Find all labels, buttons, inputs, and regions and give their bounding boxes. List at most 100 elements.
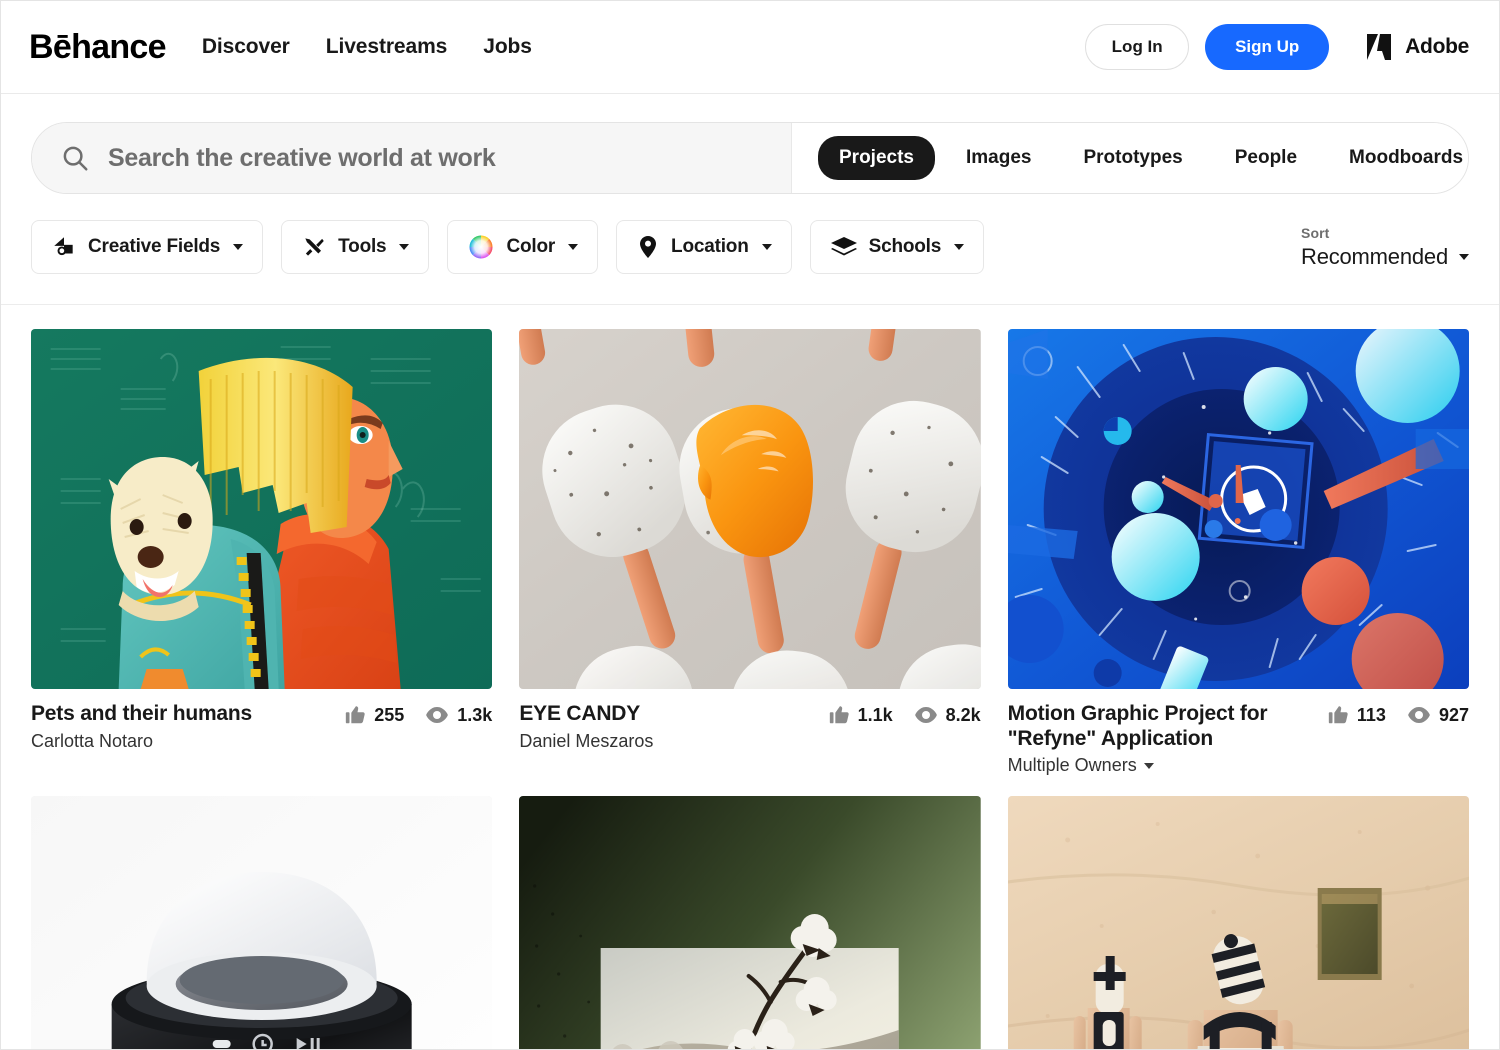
tab-people[interactable]: People xyxy=(1214,136,1318,180)
tab-prototypes[interactable]: Prototypes xyxy=(1062,136,1203,180)
project-owner[interactable]: Multiple Owners xyxy=(1008,755,1315,776)
appreciations-count: 255 xyxy=(374,704,405,725)
location-pin-icon xyxy=(640,236,657,258)
adobe-wordmark: Adobe xyxy=(1405,35,1469,58)
chevron-down-icon xyxy=(1459,253,1469,260)
filter-chips: Creative Fields Tools Color Location Sch… xyxy=(31,220,985,274)
filter-row: Creative Fields Tools Color Location Sch… xyxy=(1,194,1499,305)
project-thumbnail[interactable] xyxy=(519,329,981,689)
nav-item-jobs[interactable]: Jobs xyxy=(483,35,532,59)
white-speaker-product xyxy=(31,796,493,1049)
nav-item-discover[interactable]: Discover xyxy=(202,35,290,59)
appreciations-stat: 1.1k xyxy=(828,704,893,726)
project-stats: 113 927 xyxy=(1327,702,1469,726)
project-card[interactable] xyxy=(519,796,981,1049)
appreciations-stat: 113 xyxy=(1327,704,1386,726)
search-icon xyxy=(63,146,88,171)
eye-icon xyxy=(914,707,937,723)
project-thumbnail[interactable] xyxy=(519,796,981,1049)
project-owner[interactable]: Daniel Meszaros xyxy=(519,731,815,752)
sort-value-row[interactable]: Recommended xyxy=(1301,244,1469,270)
sort-control[interactable]: Sort Recommended xyxy=(1301,225,1469,270)
tools-icon xyxy=(305,238,324,256)
project-grid: Pets and their humans Carlotta Notaro 25… xyxy=(1,305,1499,1049)
appreciations-stat: 255 xyxy=(344,704,404,726)
appreciations-count: 1.1k xyxy=(857,704,893,725)
log-in-button[interactable]: Log In xyxy=(1085,24,1190,70)
views-stat: 8.2k xyxy=(914,704,981,726)
chevron-down-icon xyxy=(233,244,244,250)
sign-up-button[interactable]: Sign Up xyxy=(1205,24,1330,70)
project-thumbnail[interactable] xyxy=(31,796,493,1049)
project-thumbnail[interactable] xyxy=(1007,329,1469,689)
filter-schools[interactable]: Schools xyxy=(809,220,985,274)
illustration-woman-dog-green xyxy=(31,329,493,689)
chevron-down-icon xyxy=(761,244,772,250)
filter-location[interactable]: Location xyxy=(616,220,792,274)
views-stat: 927 xyxy=(1407,704,1469,726)
eye-icon xyxy=(1408,707,1430,723)
thumbs-up-icon xyxy=(829,706,849,724)
color-wheel-icon xyxy=(469,235,493,259)
search-input[interactable]: Search the creative world at work xyxy=(108,144,496,173)
views-count: 1.3k xyxy=(457,704,493,725)
project-title[interactable]: Motion Graphic Project for "Refyne" Appl… xyxy=(1008,702,1315,751)
tab-projects[interactable]: Projects xyxy=(818,136,935,180)
project-thumbnail[interactable] xyxy=(1007,796,1469,1049)
eye-icon xyxy=(426,707,449,723)
main-nav: Discover Livestreams Jobs xyxy=(202,35,532,59)
cotton-branch-landscape xyxy=(519,796,981,1049)
project-info: EYE CANDY Daniel Meszaros xyxy=(519,702,815,752)
fashion-editorial-sand-wall xyxy=(1007,796,1469,1049)
project-card[interactable] xyxy=(1007,796,1469,1049)
blue-cosmic-motion xyxy=(1007,329,1469,689)
tab-images[interactable]: Images xyxy=(945,136,1052,180)
project-card[interactable]: Motion Graphic Project for "Refyne" Appl… xyxy=(1007,329,1469,776)
views-count: 8.2k xyxy=(945,704,981,725)
project-stats: 1.1k 8.2k xyxy=(828,702,981,726)
filter-creative-fields-label: Creative Fields xyxy=(88,236,221,257)
tab-moodboards[interactable]: Moodboards xyxy=(1328,136,1468,180)
search-type-tabs: Projects Images Prototypes People Moodbo… xyxy=(792,123,1468,193)
schools-icon xyxy=(830,237,857,256)
header-actions: Log In Sign Up Adobe xyxy=(1085,24,1469,70)
project-meta: Pets and their humans Carlotta Notaro 25… xyxy=(31,689,492,752)
behance-search-page: Bēhance Discover Livestreams Jobs Log In… xyxy=(0,0,1500,1050)
project-owner[interactable]: Carlotta Notaro xyxy=(31,731,332,752)
search-input-wrapper[interactable]: Search the creative world at work xyxy=(32,123,792,193)
thumbs-up-icon xyxy=(1328,706,1348,724)
filter-color[interactable]: Color xyxy=(447,220,599,274)
filter-color-label: Color xyxy=(506,236,556,257)
site-header: Bēhance Discover Livestreams Jobs Log In… xyxy=(1,1,1499,94)
views-stat: 1.3k xyxy=(425,704,492,726)
search-bar: Search the creative world at work Projec… xyxy=(31,122,1469,194)
project-title[interactable]: Pets and their humans xyxy=(31,702,332,727)
popsicles-grey xyxy=(519,329,981,689)
filter-location-label: Location xyxy=(671,236,749,257)
project-card[interactable]: EYE CANDY Daniel Meszaros 1.1k 8.2k xyxy=(519,329,981,776)
filter-tools[interactable]: Tools xyxy=(281,220,430,274)
filter-creative-fields[interactable]: Creative Fields xyxy=(31,220,264,274)
sort-value: Recommended xyxy=(1301,243,1448,269)
project-owner-name: Carlotta Notaro xyxy=(31,730,154,751)
project-card[interactable] xyxy=(31,796,493,1049)
project-owner-name: Daniel Meszaros xyxy=(519,730,654,751)
behance-logo[interactable]: Bēhance xyxy=(29,30,167,64)
nav-item-livestreams[interactable]: Livestreams xyxy=(326,35,448,59)
project-info: Pets and their humans Carlotta Notaro xyxy=(31,702,332,752)
creative-fields-icon xyxy=(54,237,73,256)
project-card[interactable]: Pets and their humans Carlotta Notaro 25… xyxy=(31,329,493,776)
filter-schools-label: Schools xyxy=(868,236,942,257)
project-stats: 255 1.3k xyxy=(344,702,492,726)
project-meta: Motion Graphic Project for "Refyne" Appl… xyxy=(1008,689,1469,776)
views-count: 927 xyxy=(1438,704,1469,725)
chevron-down-icon xyxy=(399,244,410,250)
project-title[interactable]: EYE CANDY xyxy=(519,702,815,727)
search-row: Search the creative world at work Projec… xyxy=(1,94,1499,194)
chevron-down-icon xyxy=(1143,762,1154,769)
project-thumbnail[interactable] xyxy=(31,329,493,689)
adobe-brand[interactable]: Adobe xyxy=(1367,33,1469,61)
appreciations-count: 113 xyxy=(1356,704,1386,725)
thumbs-up-icon xyxy=(346,706,365,724)
project-owner-name: Multiple Owners xyxy=(1007,755,1137,776)
